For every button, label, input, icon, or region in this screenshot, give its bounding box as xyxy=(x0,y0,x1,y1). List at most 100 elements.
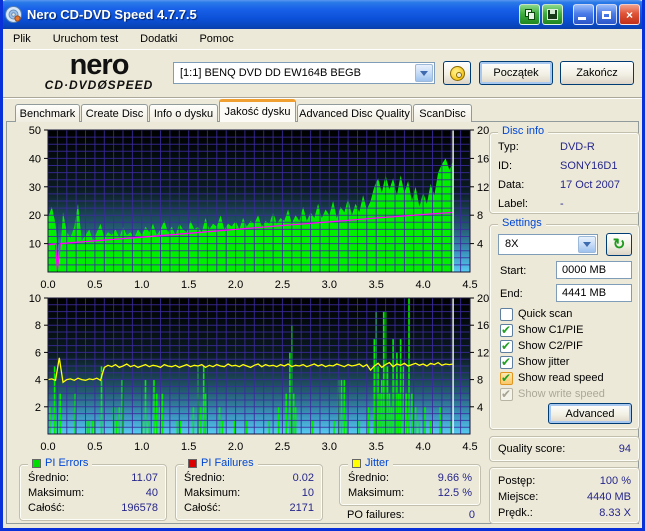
drive-select-arrow[interactable] xyxy=(415,64,433,82)
close-button[interactable]: × xyxy=(619,4,640,25)
svg-text:2.5: 2.5 xyxy=(275,279,290,291)
checkbox-box[interactable] xyxy=(500,323,513,337)
minimize-button[interactable] xyxy=(573,4,594,25)
checkbox-box[interactable] xyxy=(500,355,513,369)
tab-info-o-dysku[interactable]: Info o dysku xyxy=(149,104,218,122)
logo-text-bottom: CD·DVDØSPEED xyxy=(44,78,154,92)
stat-value: 196578 xyxy=(121,502,158,514)
stat-label: Średnio: xyxy=(184,472,225,484)
tab-benchmark[interactable]: Benchmark xyxy=(15,104,80,122)
svg-text:10: 10 xyxy=(29,294,41,305)
advanced-button-label: Advanced xyxy=(565,407,615,420)
field-label: Data: xyxy=(498,179,525,191)
checkbox-show-jitter[interactable]: Show jitter xyxy=(500,355,569,369)
end-field-label: End: xyxy=(500,288,523,300)
menu-uruchom-test[interactable]: Uruchom test xyxy=(50,31,121,47)
quality-score-panel: Quality score: 94 xyxy=(489,436,640,462)
stat-value: 9.66 % xyxy=(437,472,472,484)
tab-label: Benchmark xyxy=(19,107,76,120)
start-button-label: Początek xyxy=(493,67,539,79)
jitter-panel-title: Jitter xyxy=(348,457,393,469)
progress-panel: Postęp: 100 % Miejsce: 4440 MB Prędk.: 8.33… xyxy=(489,467,640,524)
menu-pomoc[interactable]: Pomoc xyxy=(196,31,236,47)
start-field[interactable]: 0000 MB xyxy=(556,261,632,279)
checkbox-box[interactable] xyxy=(500,307,513,321)
copy-button[interactable] xyxy=(519,4,540,25)
maximize-button[interactable] xyxy=(596,4,617,25)
yellow-marker-icon xyxy=(352,458,361,468)
po-failures-value: 0 xyxy=(468,509,475,521)
capacity-value: 4440 MB xyxy=(586,491,631,503)
stop-button[interactable]: Zakończ xyxy=(560,61,634,85)
tab-create-disc[interactable]: Create Disc xyxy=(81,104,148,122)
svg-text:3.5: 3.5 xyxy=(369,441,384,453)
checkbox-show-c1-pie[interactable]: Show C1/PIE xyxy=(500,323,583,337)
tab-advanced-disc-quality[interactable]: Advanced Disc Quality xyxy=(297,104,412,122)
checkbox-box[interactable] xyxy=(500,339,513,353)
checkbox-show-read-speed[interactable]: Show read speed xyxy=(500,371,604,385)
svg-text:50: 50 xyxy=(29,126,41,137)
svg-text:2: 2 xyxy=(35,402,41,414)
menu-plik[interactable]: Plik xyxy=(10,31,34,47)
refresh-button[interactable]: ↻ xyxy=(606,233,632,256)
checkbox-quick-scan[interactable]: Quick scan xyxy=(500,307,572,321)
svg-text:16: 16 xyxy=(477,320,489,332)
stat-label: Całość: xyxy=(184,502,221,514)
chevron-down-icon xyxy=(583,242,591,247)
svg-text:3.0: 3.0 xyxy=(322,441,337,453)
end-field[interactable]: 4441 MB xyxy=(556,284,632,302)
eject-button[interactable] xyxy=(443,61,471,85)
stop-button-label: Zakończ xyxy=(576,67,618,79)
checkbox-label: Quick scan xyxy=(518,308,573,320)
stat-value: 12.5 % xyxy=(437,487,472,499)
pi-errors-panel-title: PI Errors xyxy=(28,457,93,469)
checkbox-label: Show jitter xyxy=(518,356,570,368)
capacity-label: Miejsce: xyxy=(498,491,539,503)
svg-text:4.5: 4.5 xyxy=(462,279,477,291)
svg-text:1.5: 1.5 xyxy=(181,279,196,291)
red-marker-icon xyxy=(188,458,197,468)
checkbox-box[interactable] xyxy=(500,371,513,385)
svg-text:4.5: 4.5 xyxy=(462,441,477,453)
header-bar: nero CD·DVDØSPEED [1:1] BENQ DVD DD EW16… xyxy=(3,50,642,98)
field-value: 17 Oct 2007 xyxy=(560,179,620,191)
speed-select[interactable]: 8X xyxy=(498,234,598,255)
pi-errors-chart: 0.0 0.5 1.0 1.5 2.0 2.5 3.0 3.5 4.0 4.5 10 20 30 40 50… xyxy=(29,126,489,291)
menu-dodatki[interactable]: Dodatki xyxy=(137,31,180,47)
start-button[interactable]: Początek xyxy=(479,61,553,85)
copy-icon xyxy=(524,9,535,20)
stat-value: 10 xyxy=(301,487,314,499)
speed-label: Prędk.: xyxy=(498,507,533,519)
svg-text:30: 30 xyxy=(29,182,41,194)
svg-text:4: 4 xyxy=(477,239,483,251)
tab-jakosc-dysku[interactable]: Jakość dysku xyxy=(219,99,296,122)
field-value: - xyxy=(560,198,564,210)
svg-text:8: 8 xyxy=(477,210,483,222)
jitter-panel: Jitter Średnio: 9.66 % Maksimum: 12.5 % xyxy=(339,457,481,506)
checkbox-show-c2-pif[interactable]: Show C2/PIF xyxy=(500,339,583,353)
drive-select[interactable]: [1:1] BENQ DVD DD EW164B BEGB xyxy=(173,62,435,84)
advanced-button[interactable]: Advanced xyxy=(548,403,632,424)
svg-text:4.0: 4.0 xyxy=(415,279,430,291)
title-bar[interactable]: Nero CD-DVD Speed 4.7.7.5 × xyxy=(3,0,642,29)
tab-scandisc[interactable]: ScanDisc xyxy=(413,104,472,122)
svg-text:6: 6 xyxy=(35,347,41,359)
nero-logo: nero CD·DVDØSPEED xyxy=(23,51,175,93)
stat-value: 2171 xyxy=(289,502,314,514)
svg-text:0.0: 0.0 xyxy=(40,441,55,453)
pi-failures-panel-title: PI Failures xyxy=(184,457,258,469)
save-button[interactable] xyxy=(542,4,563,25)
quality-score-label: Quality score: xyxy=(498,443,566,455)
svg-text:2.5: 2.5 xyxy=(275,441,290,453)
field-value: DVD-R xyxy=(560,141,595,153)
svg-text:20: 20 xyxy=(477,126,489,137)
app-icon xyxy=(5,6,22,23)
speed-select-arrow[interactable] xyxy=(578,236,596,253)
pi-failures-jitter-chart: 0.0 0.5 1.0 1.5 2.0 2.5 3.0 3.5 4.0 4.5 2 4 6 8 10 4 8 12… xyxy=(29,294,489,453)
svg-text:1.0: 1.0 xyxy=(134,441,149,453)
drive-select-value: [1:1] BENQ DVD DD EW164B BEGB xyxy=(180,67,361,79)
pi-failures-panel: PI Failures Średnio: 0.02 Maksimum: 10 Cał… xyxy=(175,457,323,521)
tab-label: Advanced Disc Quality xyxy=(299,107,410,120)
stat-label: Maksimum: xyxy=(348,487,405,499)
svg-text:0.5: 0.5 xyxy=(87,441,102,453)
